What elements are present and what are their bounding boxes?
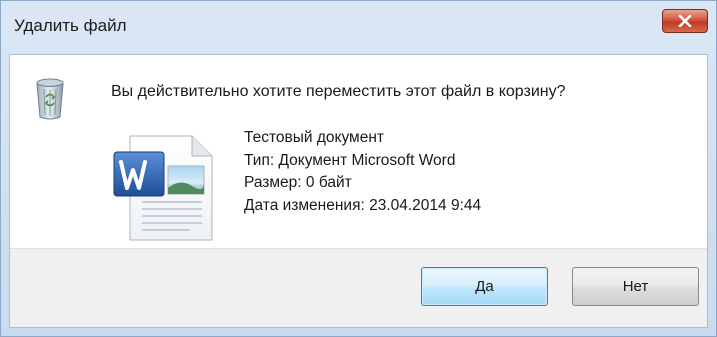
yes-button[interactable]: Да (421, 267, 548, 306)
no-button[interactable]: Нет (572, 267, 699, 306)
window-title: Удалить файл (14, 16, 127, 35)
recycle-bin-icon (36, 78, 64, 120)
close-icon (678, 15, 692, 27)
close-button[interactable] (662, 9, 708, 33)
file-modified-date: Дата изменения: 23.04.2014 9:44 (244, 196, 482, 214)
delete-file-dialog: Удалить файл Вы действительно хотите пер… (0, 0, 717, 337)
file-details: Тестовый документ Тип: Документ Microsof… (244, 127, 481, 217)
confirmation-question: Вы действительно хотите переместить этот… (111, 83, 566, 100)
file-name: Тестовый документ (244, 129, 384, 146)
word-document-icon (113, 135, 213, 241)
dialog-content: Вы действительно хотите переместить этот… (9, 54, 708, 328)
title-bar[interactable]: Удалить файл (1, 1, 716, 51)
file-type: Тип: Документ Microsoft Word (244, 151, 456, 169)
file-size: Размер: 0 байт (244, 174, 352, 191)
